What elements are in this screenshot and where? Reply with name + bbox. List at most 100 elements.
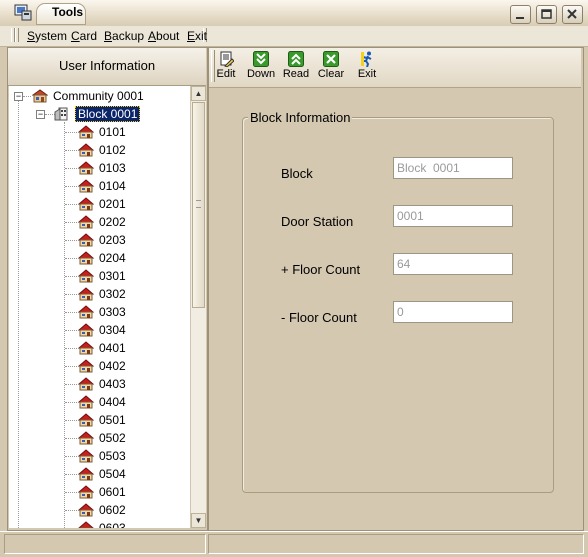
tree-scrollbar[interactable]: ▲ ▼: [190, 86, 206, 528]
menu-backup[interactable]: Backup: [104, 29, 144, 43]
tree-label: 0103: [99, 161, 126, 175]
tree-item-room[interactable]: 0501: [78, 411, 126, 429]
house-icon: [78, 125, 94, 139]
house-icon: [78, 323, 94, 337]
tree-label: 0504: [99, 467, 126, 481]
tree-line: [65, 276, 77, 277]
title-bar[interactable]: [0, 0, 588, 27]
read-button[interactable]: Read: [278, 51, 314, 80]
tree-item-room[interactable]: 0201: [78, 195, 126, 213]
exit-button[interactable]: Exit: [349, 51, 385, 80]
status-cell-right: [208, 534, 584, 554]
down-button[interactable]: Down: [243, 51, 279, 80]
minimize-button[interactable]: [510, 5, 531, 24]
tree-line: [65, 438, 77, 439]
tree-item-block[interactable]: Block 0001: [54, 105, 141, 123]
clear-button[interactable]: Clear: [313, 51, 349, 80]
tree-item-room[interactable]: 0203: [78, 231, 126, 249]
tree-item-room[interactable]: 0403: [78, 375, 126, 393]
tree-line: [65, 132, 77, 133]
house-icon: [78, 341, 94, 355]
tree-item-room[interactable]: 0102: [78, 141, 126, 159]
tree-label: 0104: [99, 179, 126, 193]
house-icon: [78, 251, 94, 265]
tree-item-room[interactable]: 0504: [78, 465, 126, 483]
tree-item-room[interactable]: 0601: [78, 483, 126, 501]
tree-label: 0302: [99, 287, 126, 301]
group-title: Block Information: [248, 110, 353, 125]
tree-line: [64, 122, 65, 528]
tree-line: [65, 384, 77, 385]
scroll-down-button[interactable]: ▼: [191, 513, 206, 528]
tree-line: [65, 222, 77, 223]
collapse-block-toggle[interactable]: −: [36, 110, 45, 119]
tree-line: [65, 294, 77, 295]
block-label: Block: [281, 166, 313, 181]
tree-label: 0303: [99, 305, 126, 319]
tool-label: Edit: [216, 68, 236, 80]
tool-label: Exit: [357, 68, 377, 80]
tree-item-room[interactable]: 0503: [78, 447, 126, 465]
community-icon: [32, 89, 48, 103]
close-button[interactable]: [562, 5, 583, 24]
tree-label: 0301: [99, 269, 126, 283]
tree-label: 0203: [99, 233, 126, 247]
building-icon: [54, 107, 68, 121]
house-icon: [78, 215, 94, 229]
menu-card[interactable]: Card: [71, 29, 97, 43]
door-station-field[interactable]: [393, 205, 513, 227]
tree-item-room[interactable]: 0402: [78, 357, 126, 375]
tree-label: 0501: [99, 413, 126, 427]
tree-line: [65, 420, 77, 421]
plus-floor-count-field[interactable]: [393, 253, 513, 275]
tree-line: [65, 402, 77, 403]
tree-item-room[interactable]: 0104: [78, 177, 126, 195]
status-cell-left: [4, 534, 206, 554]
menu-system[interactable]: System: [27, 29, 67, 43]
tree-item-room[interactable]: 0602: [78, 501, 126, 519]
tree-label: 0403: [99, 377, 126, 391]
tree-item-room[interactable]: 0401: [78, 339, 126, 357]
house-icon: [78, 377, 94, 391]
tree-item-room[interactable]: 0301: [78, 267, 126, 285]
house-icon: [78, 431, 94, 445]
tree-line: [65, 456, 77, 457]
tree-item-room[interactable]: 0101: [78, 123, 126, 141]
house-icon: [78, 287, 94, 301]
tree-item-room[interactable]: 0103: [78, 159, 126, 177]
tree-item-room[interactable]: 0204: [78, 249, 126, 267]
tree-item-room[interactable]: 0303: [78, 303, 126, 321]
window-title: Tools: [52, 5, 84, 19]
community-tree[interactable]: − − Community 0001 Block 0001 0101 0102 01…: [9, 86, 190, 528]
user-info-title: User Information: [58, 58, 156, 73]
tree-line: [65, 492, 77, 493]
maximize-button[interactable]: [536, 5, 557, 24]
tree-item-room[interactable]: 0404: [78, 393, 126, 411]
tree-item-room[interactable]: 0302: [78, 285, 126, 303]
collapse-community-toggle[interactable]: −: [14, 92, 23, 101]
minus-floor-count-label: - Floor Count: [281, 310, 357, 325]
tree-label: 0204: [99, 251, 126, 265]
tree-line: [65, 348, 77, 349]
tree-line: [65, 168, 77, 169]
minus-floor-count-field[interactable]: [393, 301, 513, 323]
menu-about[interactable]: About: [148, 29, 179, 43]
menu-grip[interactable]: [15, 28, 19, 42]
tree-item-room[interactable]: 0202: [78, 213, 126, 231]
tool-label: Clear: [317, 68, 345, 80]
tree-line: [65, 312, 77, 313]
block-field[interactable]: [393, 157, 513, 179]
tree-item-room[interactable]: 0603: [78, 519, 126, 528]
menu-exit[interactable]: Exit: [187, 29, 207, 43]
scroll-up-button[interactable]: ▲: [191, 86, 206, 101]
scroll-thumb[interactable]: [192, 102, 205, 308]
house-icon: [78, 521, 94, 528]
tree-line: [65, 186, 77, 187]
tree-line: [65, 330, 77, 331]
house-icon: [78, 161, 94, 175]
tree-item-room[interactable]: 0502: [78, 429, 126, 447]
tree-item-room[interactable]: 0304: [78, 321, 126, 339]
tree-item-community[interactable]: Community 0001: [32, 87, 144, 105]
edit-button[interactable]: Edit: [208, 51, 244, 80]
tree-line: [18, 101, 19, 528]
